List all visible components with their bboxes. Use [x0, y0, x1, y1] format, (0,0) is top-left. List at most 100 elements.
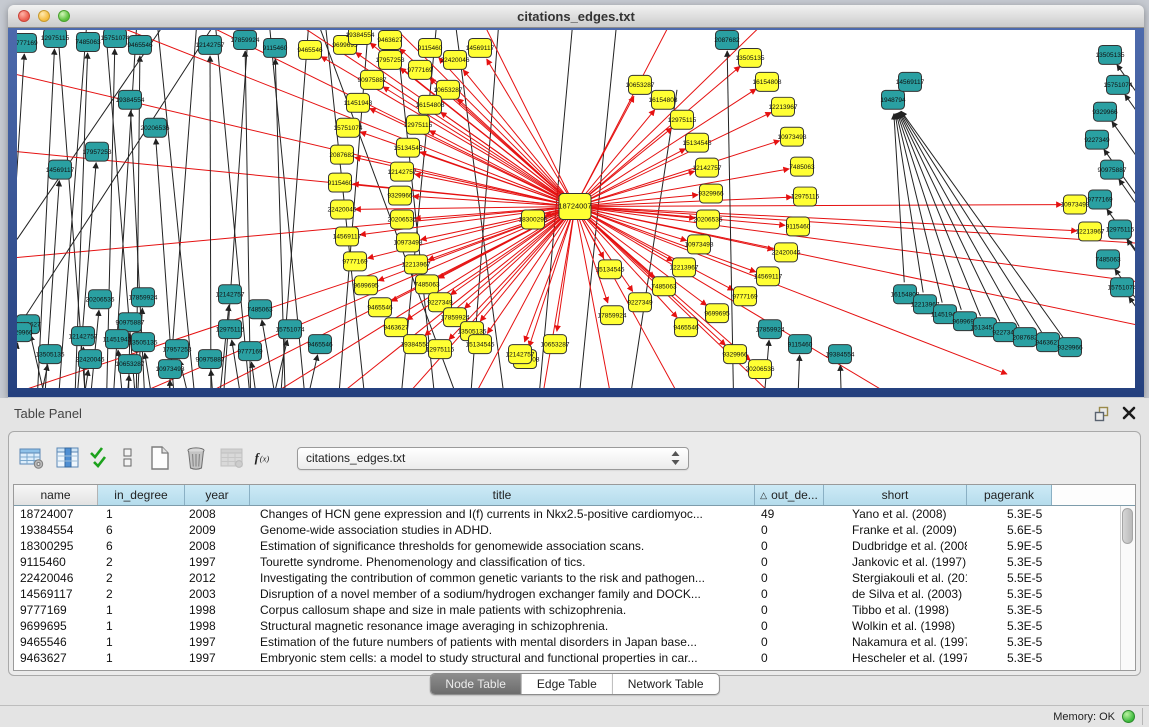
float-panel-icon[interactable]	[1093, 405, 1111, 423]
table-header-row: namein_degreeyeartitle△out_de...shortpag…	[14, 485, 1135, 506]
window-title: citations_edges.txt	[8, 9, 1144, 24]
clear-selection-button[interactable]	[117, 443, 139, 473]
table-row[interactable]: 946554611997Estimation of the future num…	[14, 634, 1120, 650]
status-divider	[1142, 708, 1143, 725]
cell-short: Nakamura et al. (1997)	[824, 634, 967, 650]
column-header-year[interactable]: year	[185, 485, 250, 505]
cell-name: 9777169	[14, 602, 98, 618]
tab-edge-table[interactable]: Edge Table	[522, 674, 613, 694]
cell-in_degree: 6	[98, 538, 185, 554]
node-label: 9777169	[342, 259, 368, 266]
node-label: 9465546	[307, 341, 333, 348]
network-canvas[interactable]: 9115460224200461456911797771699699695946…	[17, 30, 1135, 388]
node-label: 12142757	[693, 165, 722, 172]
zoom-window-button[interactable]	[58, 10, 70, 22]
table-body: 1872400712008Changes of HCN gene express…	[14, 506, 1120, 670]
edge-red	[575, 207, 1077, 231]
node-label: 9777169	[237, 348, 263, 355]
edge-black	[145, 353, 156, 388]
edge-black	[1125, 95, 1135, 170]
table-source-dropdown[interactable]: citations_edges.txt	[297, 447, 689, 470]
node-label: 2087682	[1012, 334, 1038, 341]
cell-title: Changes of HCN gene expression and I(f) …	[250, 506, 755, 522]
cell-title: Investigating the contribution of common…	[250, 570, 755, 586]
node-label: 17859924	[129, 294, 158, 301]
table-row[interactable]: 1456911722003Disruption of a novel membe…	[14, 586, 1120, 602]
cell-pagerank: 5.3E-5	[967, 506, 1052, 522]
table-scrollbar[interactable]	[1120, 506, 1135, 670]
memory-status-indicator[interactable]	[1122, 710, 1135, 723]
cell-out_degree: 0	[755, 650, 824, 666]
cell-in_degree: 1	[98, 506, 185, 522]
delete-table-button[interactable]	[217, 443, 247, 473]
edge-black	[897, 113, 961, 310]
column-header-out_degree[interactable]: △out_de...	[755, 485, 824, 505]
node-label: 11451943	[103, 336, 132, 343]
table-panel-header: Table Panel	[0, 398, 1149, 430]
cell-year: 2003	[185, 586, 250, 602]
delete-column-button[interactable]	[181, 443, 211, 473]
table-mode-button[interactable]	[17, 443, 47, 473]
column-header-pagerank[interactable]: pagerank	[967, 485, 1052, 505]
node-label: 12213967	[402, 262, 431, 269]
function-builder-button[interactable]: f (x)	[253, 443, 275, 473]
node-label: 15751074	[101, 35, 130, 42]
table-toolbar: f (x) citations_edges.txt	[17, 438, 689, 478]
minimize-window-button[interactable]	[38, 10, 50, 22]
network-window-titlebar[interactable]: citations_edges.txt	[8, 5, 1144, 28]
tab-network-table[interactable]: Network Table	[613, 674, 719, 694]
table-scrollbar-thumb[interactable]	[1122, 508, 1133, 544]
table-row[interactable]: 969969511998Structural magnetic resonanc…	[14, 618, 1120, 634]
column-header-short[interactable]: short	[824, 485, 967, 505]
table-row[interactable]: 911546021997Tourette syndrome. Phenomeno…	[14, 554, 1120, 570]
edge-red	[17, 70, 575, 207]
close-panel-icon[interactable]	[1121, 405, 1137, 421]
cell-name: 14569117	[14, 586, 98, 602]
cell-pagerank: 5.3E-5	[967, 554, 1052, 570]
cell-in_degree: 2	[98, 554, 185, 570]
tab-node-table[interactable]: Node Table	[430, 674, 522, 694]
table-row[interactable]: 977716911998Corpus callosum shape and si…	[14, 602, 1120, 618]
close-window-button[interactable]	[18, 10, 30, 22]
node-label: 10653287	[541, 341, 570, 348]
cell-title: Estimation of the future numbers of pati…	[250, 634, 755, 650]
edge-red	[575, 110, 655, 207]
node-label: 18300295	[519, 217, 548, 224]
cell-pagerank: 5.3E-5	[967, 634, 1052, 650]
column-header-in_degree[interactable]: in_degree	[98, 485, 185, 505]
cell-title: Corpus callosum shape and size in male p…	[250, 602, 755, 618]
cell-short: Dudbridge et al. (2008)	[824, 538, 967, 554]
node-label: 15134545	[683, 140, 712, 147]
cell-title: Tourette syndrome. Phenomenology and cla…	[250, 554, 755, 570]
cell-short: Stergiakouli et al. (2012)	[824, 570, 967, 586]
edge-red	[575, 197, 792, 206]
node-label: 14569117	[46, 167, 75, 174]
table-row[interactable]: 1872400712008Changes of HCN gene express…	[14, 506, 1120, 522]
column-header-name[interactable]: name	[14, 485, 98, 505]
table-row[interactable]: 2242004622012Investigating the contribut…	[14, 570, 1120, 586]
table-row[interactable]: 1830029562008Estimation of significance …	[14, 538, 1120, 554]
show-columns-button[interactable]	[53, 443, 83, 473]
cell-year: 2008	[185, 538, 250, 554]
table-row[interactable]: 946362711997Embryonic stem cells: a mode…	[14, 650, 1120, 666]
node-label: 17859924	[756, 326, 785, 333]
node-label: 10973493	[685, 242, 714, 249]
column-header-title[interactable]: title	[250, 485, 755, 505]
node-label: 2087682	[329, 152, 355, 159]
cell-in_degree: 1	[98, 650, 185, 666]
cell-out_degree: 0	[755, 554, 824, 570]
cell-year: 1997	[185, 634, 250, 650]
node-label: 7485063	[651, 283, 677, 290]
edge-red	[463, 70, 575, 207]
header-filler	[1052, 485, 1135, 505]
edge-black	[88, 310, 99, 388]
node-label: 17859924	[231, 37, 260, 44]
cell-short: Wolkin et al. (1998)	[824, 618, 967, 634]
cell-name: 9699695	[14, 618, 98, 634]
select-all-button[interactable]	[89, 443, 111, 473]
node-label: 20206536	[694, 217, 723, 224]
node-label: 13505135	[736, 55, 765, 62]
new-column-button[interactable]	[145, 443, 175, 473]
node-label: 7485063	[1095, 257, 1121, 264]
table-row[interactable]: 1938455462009Genome-wide association stu…	[14, 522, 1120, 538]
